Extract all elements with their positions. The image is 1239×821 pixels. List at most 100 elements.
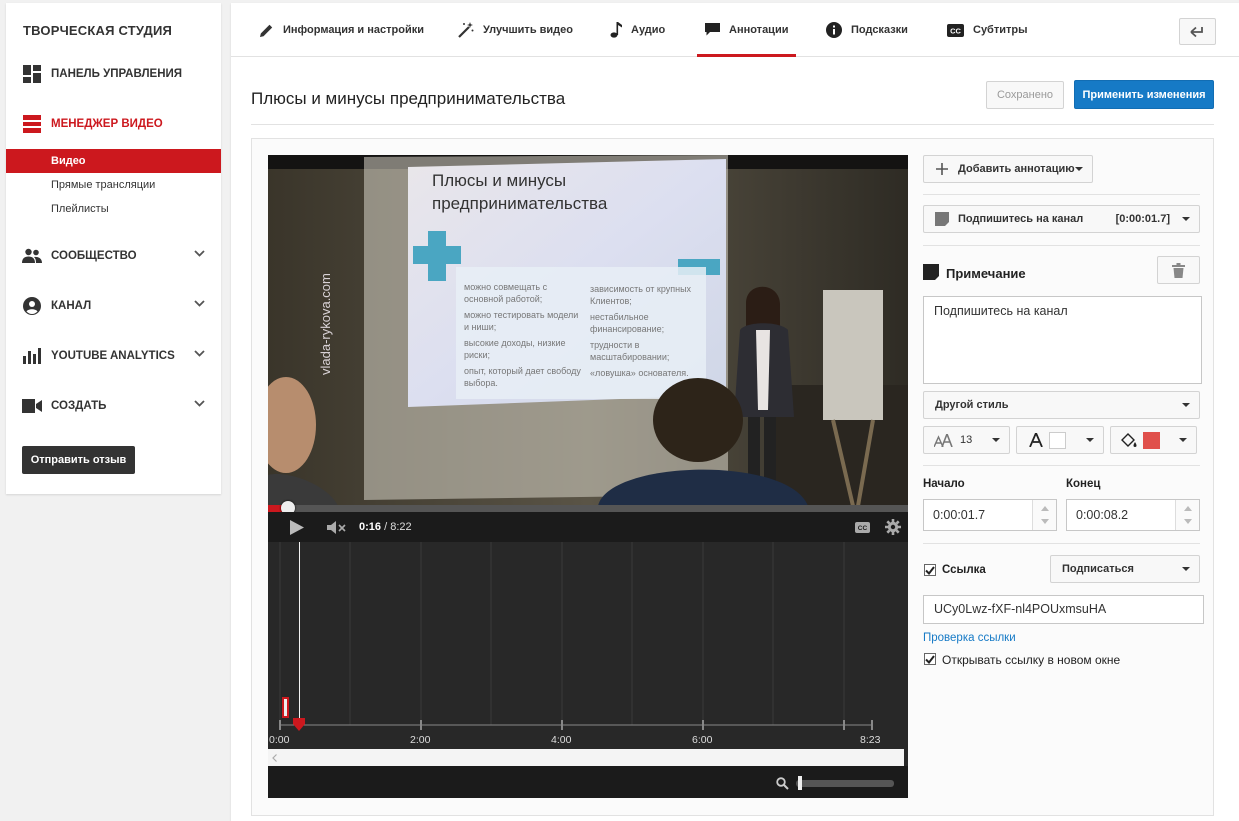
link-label: Ссылка xyxy=(942,564,986,576)
brand-title[interactable]: ТВОРЧЕСКАЯ СТУДИЯ xyxy=(23,23,172,38)
channel-icon xyxy=(22,296,42,316)
start-label: Начало xyxy=(923,478,965,490)
style-select[interactable]: Другой стиль xyxy=(923,391,1200,419)
start-time-stepper[interactable] xyxy=(1032,500,1056,530)
sub-item-playlists[interactable]: Плейлисты xyxy=(6,197,221,221)
dashboard-icon xyxy=(22,64,42,84)
player-controls: 0:16 / 8:22 CC xyxy=(268,512,908,542)
tab-info-settings[interactable]: Информация и настройки xyxy=(259,3,424,57)
annotation-block[interactable] xyxy=(282,697,289,718)
scroll-left-icon[interactable] xyxy=(272,754,277,762)
note-icon xyxy=(935,212,949,226)
link-checkbox[interactable] xyxy=(924,564,936,576)
tab-label: Аннотации xyxy=(729,24,789,36)
tab-cards[interactable]: Подсказки xyxy=(826,3,908,57)
text-color-select[interactable] xyxy=(1016,426,1104,454)
back-button[interactable] xyxy=(1179,18,1216,45)
chevron-up-icon[interactable] xyxy=(1184,506,1192,511)
end-time-stepper[interactable] xyxy=(1175,500,1199,530)
create-icon xyxy=(22,396,42,416)
nav-create-label: СОЗДАТЬ xyxy=(51,400,107,412)
nav-analytics[interactable]: YOUTUBE ANALYTICS xyxy=(6,341,221,371)
tab-label: Аудио xyxy=(631,24,666,36)
divider xyxy=(251,124,1214,125)
slide-watermark: vlada-rykova.com xyxy=(318,273,333,375)
chevron-down-icon[interactable] xyxy=(1184,519,1192,524)
page-title: Плюсы и минусы предпринимательства xyxy=(251,89,566,108)
mute-icon[interactable] xyxy=(327,521,347,534)
text-color-icon xyxy=(1029,433,1043,447)
nav-channel[interactable]: КАНАЛ xyxy=(6,291,221,321)
nav-dashboard[interactable]: ПАНЕЛЬ УПРАВЛЕНИЯ xyxy=(6,59,221,89)
checkmark-icon xyxy=(925,654,935,664)
magic-wand-icon xyxy=(458,22,474,38)
plus-icon xyxy=(936,163,948,175)
time-display: 0:16 / 8:22 xyxy=(359,521,412,533)
chevron-down-icon[interactable] xyxy=(194,250,205,257)
note-icon xyxy=(923,264,939,280)
chevron-down-icon[interactable] xyxy=(1041,519,1049,524)
nav-community[interactable]: СООБЩЕСТВО xyxy=(6,241,221,271)
chevron-up-icon[interactable] xyxy=(1041,506,1049,511)
divider xyxy=(923,194,1200,195)
link-type-value: Подписаться xyxy=(1062,563,1134,575)
sub-item-live[interactable]: Прямые трансляции xyxy=(6,173,221,197)
check-link[interactable]: Проверка ссылки xyxy=(923,632,1016,644)
background-color-swatch xyxy=(1143,431,1160,449)
tab-label: Улучшить видео xyxy=(483,24,573,36)
annotation-list-item[interactable]: Подпишитесь на канал [0:00:01.7] xyxy=(923,205,1200,233)
video-manager-icon xyxy=(22,114,42,134)
tab-label: Субтитры xyxy=(973,24,1028,36)
divider xyxy=(923,245,1200,246)
nav-channel-label: КАНАЛ xyxy=(51,300,92,312)
open-new-window-checkbox[interactable] xyxy=(924,653,936,665)
sub-item-video[interactable]: Видео xyxy=(6,149,221,173)
font-size-icon xyxy=(934,433,953,447)
tab-audio[interactable]: Аудио xyxy=(610,3,665,57)
link-url-input[interactable]: UCy0Lwz-fXF-nl4POUxmsuHA xyxy=(923,595,1204,624)
zoom-slider[interactable] xyxy=(796,780,894,787)
slide-pros-list: можно совмещать с основной работой; можн… xyxy=(464,282,581,388)
feedback-button[interactable]: Отправить отзыв xyxy=(22,446,135,474)
tab-enhance[interactable]: Улучшить видео xyxy=(458,3,573,57)
nav-create[interactable]: СОЗДАТЬ xyxy=(6,391,221,421)
svg-text:CC: CC xyxy=(858,525,868,532)
info-icon xyxy=(826,22,842,38)
annotation-editor: Плюсы и минусы предпринимательства можно… xyxy=(251,138,1214,816)
playhead-marker-icon[interactable] xyxy=(292,718,305,732)
annotation-timeline[interactable]: 0:00 2:00 4:00 6:00 8:23 xyxy=(268,542,908,798)
add-annotation-button[interactable]: Добавить аннотацию xyxy=(923,155,1093,183)
video-player[interactable]: Плюсы и минусы предпринимательства можно… xyxy=(268,155,908,506)
delete-annotation-button[interactable] xyxy=(1157,256,1200,284)
timeline-scrollbar[interactable] xyxy=(268,749,904,766)
video-progress-bar[interactable] xyxy=(268,501,908,515)
back-arrow-icon xyxy=(1189,26,1203,37)
cc-icon[interactable]: CC xyxy=(855,522,870,533)
zoom-icon[interactable] xyxy=(776,777,789,790)
nav-community-label: СООБЩЕСТВО xyxy=(51,250,137,262)
style-select-value: Другой стиль xyxy=(935,399,1009,411)
settings-gear-icon[interactable] xyxy=(885,519,901,535)
background-color-select[interactable] xyxy=(1110,426,1197,454)
sidebar: ТВОРЧЕСКАЯ СТУДИЯ ПАНЕЛЬ УПРАВЛЕНИЯ МЕНЕ… xyxy=(6,3,221,494)
zoom-slider-thumb[interactable] xyxy=(797,776,802,790)
timeline-playhead[interactable] xyxy=(298,542,300,728)
timeline-tick-label: 2:00 xyxy=(410,734,431,746)
chevron-down-icon[interactable] xyxy=(194,400,205,407)
nav-video-manager[interactable]: МЕНЕДЖЕР ВИДЕО xyxy=(6,109,221,139)
chevron-down-icon[interactable] xyxy=(194,300,205,307)
apply-changes-button[interactable]: Применить изменения xyxy=(1074,80,1214,109)
tab-label: Информация и настройки xyxy=(283,24,424,36)
font-size-select[interactable]: 13 xyxy=(923,426,1010,454)
music-note-icon xyxy=(610,22,622,38)
checkmark-icon xyxy=(925,565,935,575)
tab-annotations[interactable]: Аннотации xyxy=(696,3,797,57)
link-type-select[interactable]: Подписаться xyxy=(1050,555,1200,583)
annotation-text-area[interactable]: Подпишитесь на канал xyxy=(923,296,1202,384)
tab-subtitles[interactable]: CC Субтитры xyxy=(947,3,1028,57)
nav-analytics-label: YOUTUBE ANALYTICS xyxy=(51,350,175,362)
chevron-down-icon[interactable] xyxy=(194,350,205,357)
slide-heading: Плюсы и минусы предпринимательства xyxy=(432,171,608,213)
play-icon[interactable] xyxy=(290,520,304,535)
saved-button[interactable]: Сохранено xyxy=(986,81,1064,109)
